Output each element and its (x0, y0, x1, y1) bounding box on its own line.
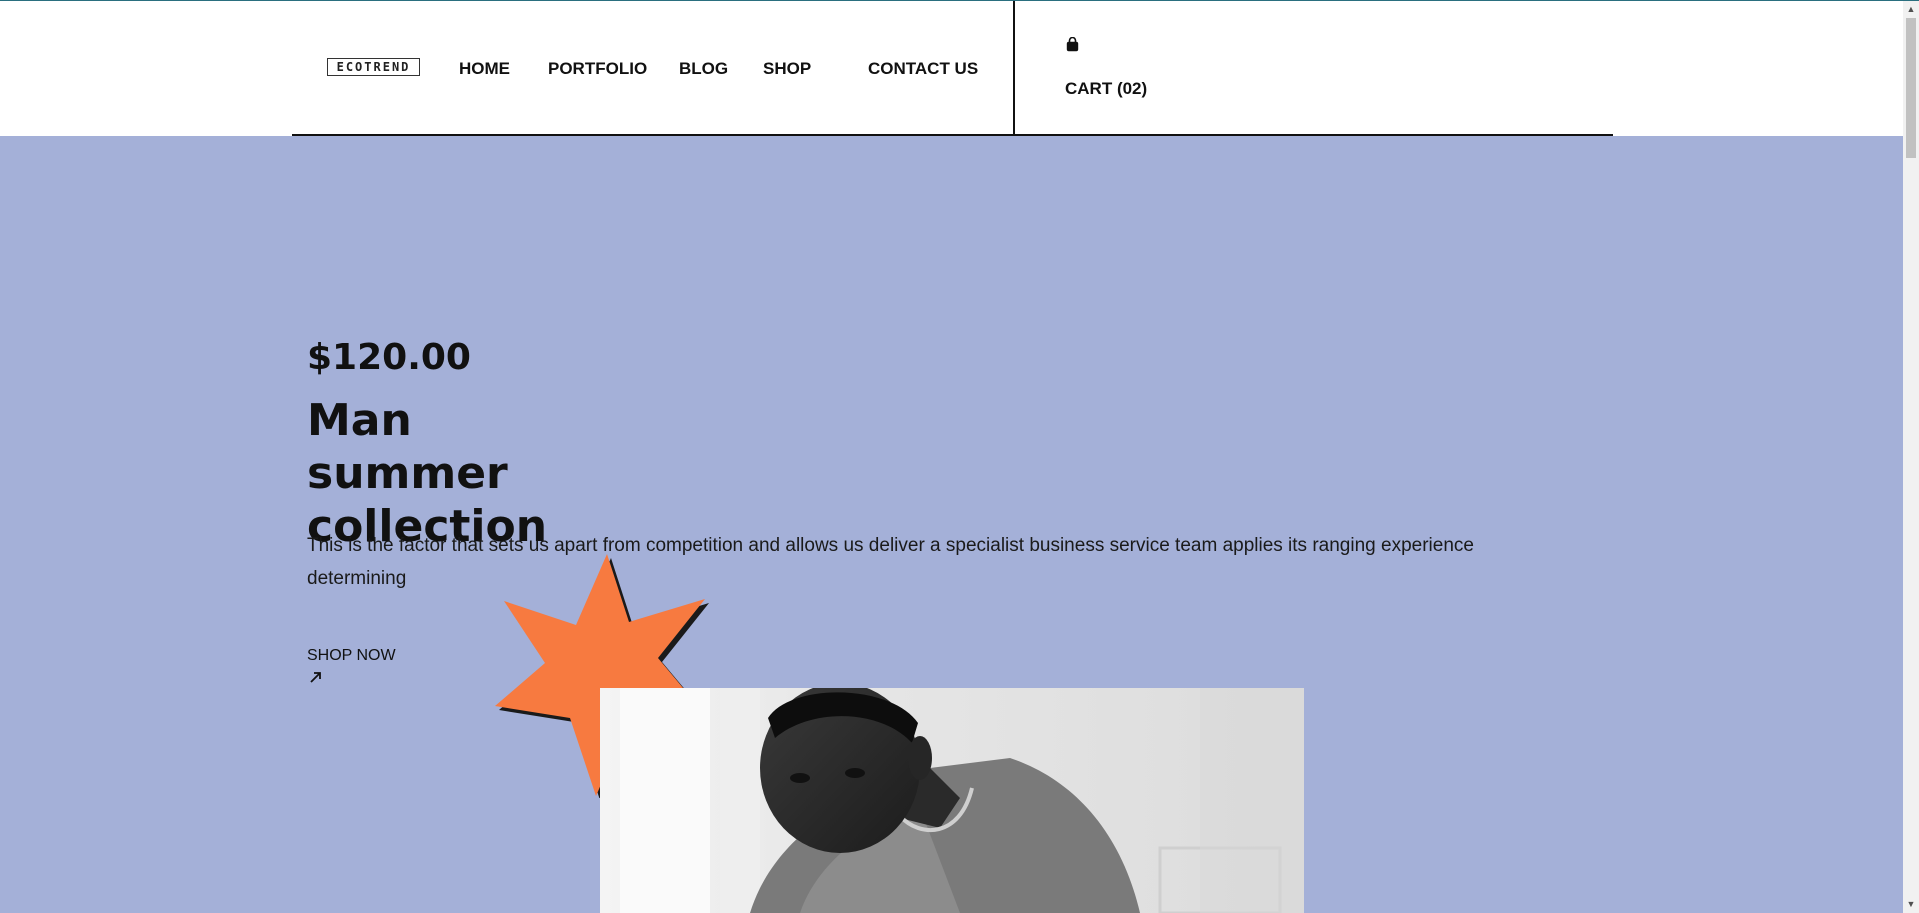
scrollbar-thumb[interactable] (1906, 18, 1916, 158)
page: ECOTREND HOME PORTFOLIO BLOG SHOP CONTAC… (0, 0, 1919, 913)
nav-item-home[interactable]: HOME (459, 58, 510, 80)
nav-item-contact-us[interactable]: CONTACT US (868, 58, 978, 80)
header-bottom-border (292, 134, 1613, 136)
arrow-up-right-icon[interactable] (309, 670, 323, 684)
nav-item-portfolio[interactable]: PORTFOLIO (548, 58, 647, 80)
nav-item-shop[interactable]: SHOP (763, 58, 811, 80)
model-photo (600, 688, 1304, 913)
site-header: ECOTREND HOME PORTFOLIO BLOG SHOP CONTAC… (0, 1, 1903, 136)
header-vertical-divider (1013, 1, 1015, 135)
shop-now-button[interactable]: SHOP NOW (307, 645, 396, 667)
shopping-bag-icon[interactable] (1066, 37, 1079, 52)
product-price: $120.00 (307, 337, 471, 378)
scroll-down-button[interactable]: ▼ (1903, 896, 1919, 912)
nav-item-blog[interactable]: BLOG (679, 58, 728, 80)
site-logo[interactable]: ECOTREND (327, 58, 420, 76)
scroll-up-button[interactable]: ▲ (1903, 1, 1919, 17)
cart-link[interactable]: CART (02) (1065, 78, 1147, 100)
